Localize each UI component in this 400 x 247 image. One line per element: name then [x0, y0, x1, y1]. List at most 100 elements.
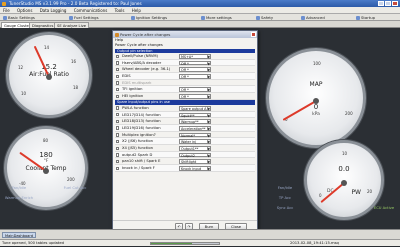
setting-dropdown-value: Output2 [181, 153, 195, 158]
maximize-icon[interactable] [385, 1, 391, 6]
chevron-down-icon[interactable]: ▼ [206, 120, 210, 124]
setting-checkbox[interactable] [116, 113, 120, 117]
setting-checkbox[interactable] [116, 133, 120, 137]
setting-label: Multiplex ignition? [122, 132, 156, 137]
setting-checkbox[interactable] [116, 74, 120, 79]
setting-label: HEI ignition [122, 94, 144, 99]
indicator-warmup-enrich: Warmup Enrich [4, 196, 34, 200]
menu-tools[interactable]: Tools [112, 7, 128, 14]
chevron-down-icon[interactable]: ▼ [206, 146, 210, 151]
chevron-down-icon[interactable]: ▼ [206, 61, 210, 66]
setting-label: Dwell/Pulse (NRVM) [122, 54, 158, 58]
pw-label: PW [351, 189, 361, 196]
setting-dropdown[interactable]: Off * ▼ [179, 87, 211, 92]
setting-checkbox[interactable] [116, 54, 120, 58]
setting-dropdown[interactable]: Warmup** ▼ [179, 119, 211, 124]
section2-rows: PWLA function Spare output A ▼ LED17(D14) f… [113, 105, 257, 172]
setting-checkbox[interactable] [116, 139, 120, 144]
setting-dropdown-value: Output1** [181, 146, 199, 151]
toolbar-button-more-settings[interactable]: More settings [200, 15, 232, 21]
pw-tick: 10 [342, 151, 348, 156]
setting-dropdown-value: Knock input [181, 167, 202, 171]
menu-help[interactable]: Help [129, 7, 144, 14]
chevron-down-icon[interactable]: ▼ [206, 167, 210, 171]
setting-dropdown-value: Warmup** [181, 120, 199, 125]
afr-tick: 10 [21, 91, 27, 96]
power-cycle-dialog: Power Cycle after changes Help Power Cyc… [112, 30, 258, 234]
toolbar-button-safety[interactable]: Safety [255, 15, 273, 21]
toolbar-button-basic-settings[interactable]: Basic Settings [2, 15, 35, 21]
chevron-down-icon[interactable]: ▼ [206, 68, 210, 72]
setting-checkbox[interactable] [116, 67, 120, 72]
setting-checkbox[interactable] [116, 61, 120, 65]
minimize-icon[interactable] [378, 1, 384, 6]
menu-options[interactable]: Options [14, 7, 35, 14]
chevron-down-icon[interactable]: ▼ [206, 153, 210, 158]
afr-tick: 14 [44, 45, 50, 50]
fuel-icon [69, 15, 73, 20]
progress-bar [150, 242, 220, 245]
chevron-down-icon[interactable]: ▼ [206, 140, 210, 144]
setting-dropdown[interactable]: Water inj ▼ [179, 139, 211, 144]
setting-row: PWLA function Spare output A ▼ [115, 105, 255, 112]
tab-strip: Gauge Cluster Diagnostics SE Analyze Liv… [0, 21, 400, 28]
chevron-down-icon[interactable]: ▼ [206, 160, 210, 164]
setting-dropdown[interactable]: Off * ▼ [179, 67, 211, 72]
chevron-down-icon[interactable]: ▼ [206, 133, 210, 138]
menu-file[interactable]: File [0, 7, 13, 14]
setting-checkbox[interactable] [116, 159, 120, 164]
chevron-down-icon[interactable]: ▼ [206, 106, 210, 111]
setting-checkbox[interactable] [116, 146, 120, 150]
setting-label: knock in / Spark F [122, 166, 155, 170]
chevron-down-icon[interactable]: ▼ [206, 95, 210, 99]
setting-checkbox[interactable] [116, 166, 120, 170]
setting-dropdown[interactable]: Off * ▼ [179, 94, 211, 99]
setting-checkbox[interactable] [116, 106, 120, 110]
chevron-down-icon[interactable]: ▼ [206, 113, 210, 117]
chevron-down-icon[interactable]: ▼ [206, 88, 210, 92]
chevron-down-icon[interactable]: ▼ [206, 75, 210, 79]
setting-dropdown[interactable]: Off * ▼ [179, 60, 211, 66]
close-icon[interactable] [392, 1, 398, 6]
toolbar-button-fuel-settings[interactable]: Fuel Settings [68, 15, 99, 21]
dashboard-tab[interactable]: MainDashboard [2, 232, 37, 238]
toolbar-button-label: Basic Settings [8, 14, 35, 20]
setting-checkbox[interactable] [116, 81, 120, 85]
setting-checkbox[interactable] [116, 126, 120, 130]
setting-checkbox[interactable] [116, 94, 120, 99]
setting-dropdown[interactable]: Output1** ▼ [179, 145, 211, 151]
dialog-close-icon[interactable] [250, 32, 256, 37]
setting-dropdown[interactable]: Shiftlight ▼ [179, 159, 211, 164]
chevron-down-icon[interactable]: ▼ [206, 126, 210, 131]
startup-icon [356, 15, 360, 20]
setting-dropdown-value: Off * [181, 61, 189, 66]
toolbar-button-advanced[interactable]: Advanced [300, 15, 325, 21]
setting-dropdown[interactable]: Normal* ▼ [179, 132, 211, 138]
setting-row: X4 (JS5) function Output1** ▼ [115, 145, 255, 152]
menu-communications[interactable]: Communications [71, 7, 111, 14]
setting-dropdown[interactable]: Spare output A ▼ [179, 105, 211, 111]
app-icon [2, 1, 6, 6]
afr-tick: 18 [73, 85, 79, 90]
window-title: TunerStudio MS v3.1.99 Pro - 2.0 Beta Re… [9, 1, 142, 6]
toolbar-button-startup[interactable]: Startup [355, 15, 375, 21]
setting-checkbox[interactable] [116, 119, 120, 124]
setting-label: LED17(D14) function [122, 112, 161, 117]
setting-label: LED18(D13) function [122, 119, 161, 124]
setting-dropdown[interactable]: Output2 ▼ [179, 152, 211, 158]
setting-dropdown[interactable]: Acceleration** ▼ [179, 125, 211, 131]
map-label: MAP [309, 81, 323, 88]
setting-checkbox[interactable] [116, 88, 120, 92]
setting-dropdown-value: Spare output A [181, 106, 207, 111]
setting-dropdown[interactable]: Squirt** ▼ [179, 112, 211, 118]
setting-checkbox[interactable] [116, 153, 120, 157]
setting-dropdown[interactable]: Knock input ▼ [179, 166, 211, 171]
setting-row: X2 (JS6) function Water inj ▼ [115, 138, 255, 145]
toolbar-button-ignition-settings[interactable]: Ignition Settings [130, 15, 167, 21]
chevron-down-icon[interactable]: ▼ [206, 55, 210, 59]
setting-dropdown[interactable]: MS+A* ▼ [179, 54, 211, 59]
menu-data-logging[interactable]: Data Logging [37, 7, 70, 14]
setting-dropdown[interactable]: Off * ▼ [179, 74, 211, 79]
setting-row: LED17(D14) function Squirt** ▼ [115, 111, 255, 119]
status-message: Tune opened, 500 tables updated [2, 241, 64, 245]
